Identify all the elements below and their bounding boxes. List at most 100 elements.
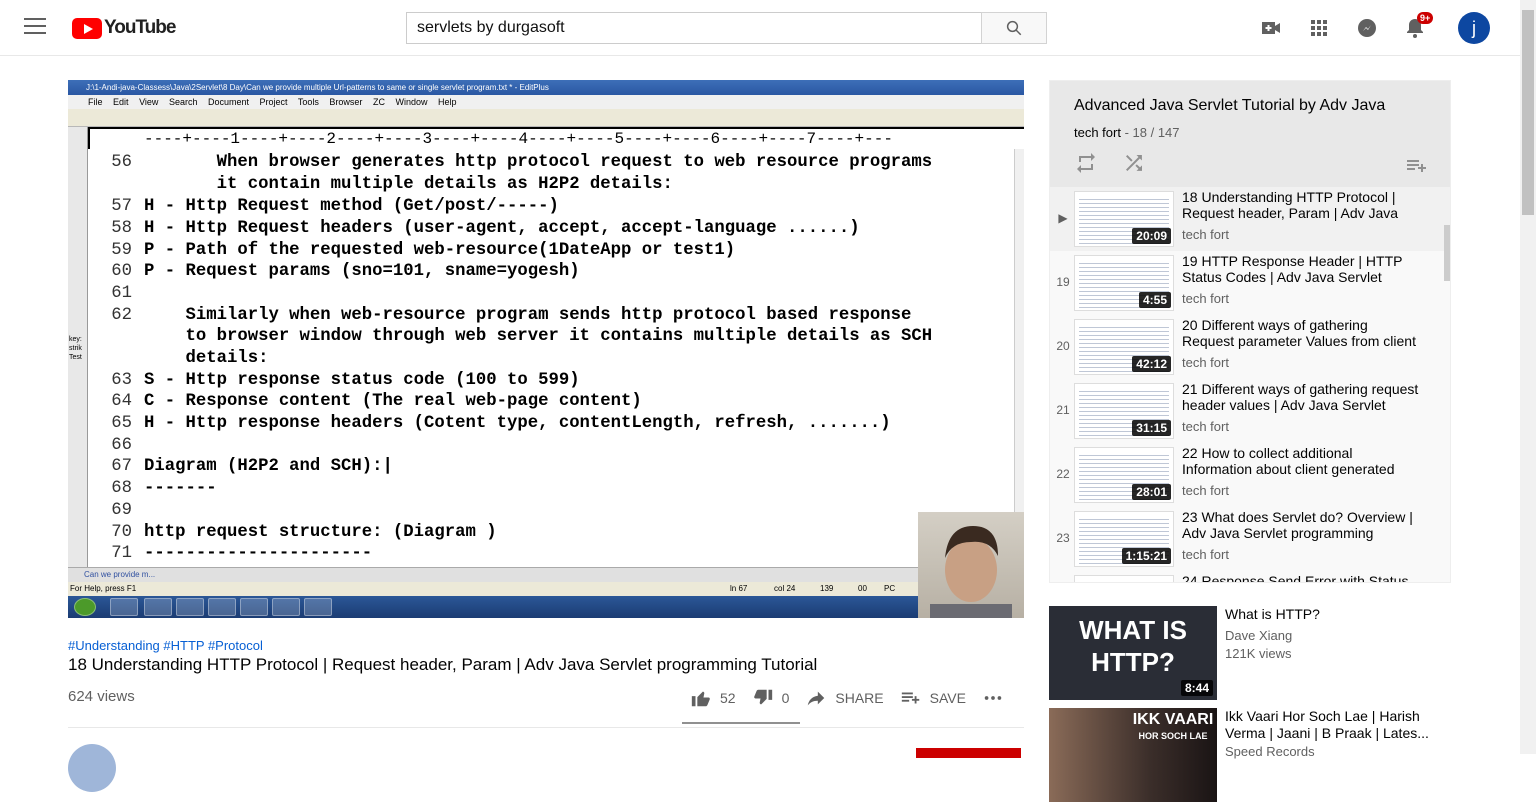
playlist-item[interactable]: 21 31:15 21 Different ways of gathering … [1050,379,1450,443]
editor-menu-bar: File Edit View Search Document Project T… [68,95,1024,109]
editor-menu-item: Help [438,97,457,107]
dislike-count: 0 [781,690,790,706]
video-thumbnail: IKK VAARI HOR SOCH LAE [1049,708,1217,802]
status-mode: 00 [858,584,867,593]
editor-scrollbar [1014,149,1024,567]
code-line: 63 S - Http response status code (100 to … [111,371,580,390]
thumbnail-text: WHAT IS HTTP? [1079,615,1187,677]
code-line: 61 [111,284,132,303]
dislike-button[interactable]: 0 [752,687,790,709]
messages-icon[interactable] [1355,16,1379,40]
playlist-title[interactable]: Advanced Java Servlet Tutorial by Adv Ja… [1074,97,1385,115]
taskbar-app-icon [144,598,172,616]
code-line: 71 ---------------------- [111,544,373,563]
playlist-item[interactable]: 23 1:15:21 23 What does Servlet do? Over… [1050,507,1450,571]
scrollbar-thumb[interactable] [1522,10,1534,215]
editor-menu-item: Project [259,97,288,107]
video-duration: 28:01 [1132,484,1171,500]
code-line: 58 H - Http Request headers (user-agent, … [111,219,860,238]
search-button[interactable] [981,12,1047,44]
video-player[interactable]: J:\1-Andi-java-Classess\Java\2Servlet\8 … [68,80,1024,618]
side-note: strik [69,345,82,352]
editor-toolbar [68,109,1024,127]
now-playing-indicator: ▶ [1058,211,1068,225]
editor-ruler: ----+----1----+----2----+----3----+----4… [90,129,1024,149]
playlist-item[interactable]: 20 42:12 20 Different ways of gathering … [1050,315,1450,379]
playlist-position: - 18 / 147 [1120,125,1180,140]
search-bar [406,12,1047,44]
playlist-item[interactable]: ▶ 20:09 18 Understanding HTTP Protocol |… [1050,187,1450,251]
save-playlist-icon[interactable] [1405,154,1429,178]
playlist-item-index: 21 [1056,403,1070,417]
playlist-scrollbar[interactable] [1444,225,1450,281]
status-column: col 24 [774,584,796,593]
shuffle-icon[interactable] [1122,151,1146,175]
youtube-play-icon [72,17,102,39]
code-line: 69 [111,501,132,520]
video-thumbnail: 28:01 [1074,447,1174,503]
playlist-item-title: 20 Different ways of gathering Request p… [1182,317,1416,349]
code-line: 62 Similarly when web-resource program s… [111,306,912,325]
code-line: 67 Diagram (H2P2 and SCH):| [111,457,393,476]
video-duration: 31:15 [1132,420,1171,436]
video-thumbnail: WHAT IS HTTP? 8:44 [1049,606,1217,700]
taskbar-app-icon [110,598,138,616]
code-line: 66 [111,436,132,455]
share-button[interactable]: SHARE [805,687,884,709]
page-scrollbar[interactable] [1520,0,1536,754]
code-line: 59 P - Path of the requested web-resource… [111,241,736,260]
playlist-item[interactable]: 24 Response Send Error with Status [1050,571,1450,583]
side-note: key: [69,336,82,343]
playlist-item-title: 24 Response Send Error with Status [1182,573,1409,583]
recommended-views: 121K views [1225,646,1292,661]
taskbar-app-icon [208,598,236,616]
playlist-item[interactable]: 19 4:55 19 HTTP Response Header | HTTP S… [1050,251,1450,315]
like-button[interactable]: 52 [690,687,736,709]
playlist-item-index: 23 [1056,531,1070,545]
share-icon [808,691,825,706]
playlist-item-channel: tech fort [1182,355,1229,370]
code-line: to browser window through web server it … [144,327,933,346]
account-avatar[interactable]: j [1458,12,1490,44]
playlist-channel[interactable]: tech fort [1074,125,1121,140]
save-label: SAVE [929,690,966,706]
status-line: ln 67 [730,584,748,593]
thumbnail-text: IKK VAARI HOR SOCH LAE [1132,711,1214,742]
search-input[interactable] [406,12,982,44]
video-hashtags[interactable]: #Understanding #HTTP #Protocol [68,638,263,653]
status-help: For Help, press F1 [70,584,137,593]
editor-menu-item: Search [168,97,198,107]
video-actions: 52 0 SHARE SAVE [690,686,1028,710]
create-video-icon[interactable] [1259,16,1283,40]
video-thumbnail: 31:15 [1074,383,1174,439]
save-button[interactable]: SAVE [900,687,966,709]
video-thumbnail: 42:12 [1074,319,1174,375]
more-actions-button[interactable] [982,687,1012,709]
side-note: Test [69,354,82,361]
video-thumbnail: 4:55 [1074,255,1174,311]
editor-menu-item: ZC [372,97,385,107]
menu-icon[interactable] [24,18,46,38]
code-line: details: [144,349,269,368]
logo-text: YouTube [104,17,176,38]
youtube-logo[interactable]: YouTube [72,17,176,39]
playlist-item-title: 21 Different ways of gathering request h… [1182,381,1419,413]
code-line: 57 H - Http Request method (Get/post/----… [111,197,559,216]
playlist-item[interactable]: 22 28:01 22 How to collect additional In… [1050,443,1450,507]
apps-grid-icon[interactable] [1307,16,1331,40]
editor-menu-item: Edit [113,97,129,107]
recommended-video[interactable]: WHAT IS HTTP? 8:44 What is HTTP? Dave Xia… [1049,606,1451,700]
channel-avatar[interactable] [68,744,116,792]
video-duration: 42:12 [1132,356,1171,372]
editor-window-title: J:\1-Andi-java-Classess\Java\2Servlet\8 … [68,80,1024,95]
editor-menu-item: Window [395,97,428,107]
code-line: it contain multiple details as H2P2 deta… [144,175,673,194]
top-bar: YouTube 9+ j [0,0,1520,56]
playlist-item-channel: tech fort [1182,419,1229,434]
editor-menu-item: Browser [329,97,363,107]
playlist-item-title: 23 What does Servlet do? Overview | Adv … [1182,509,1413,541]
subscribe-button[interactable] [916,748,1021,758]
recommended-video[interactable]: IKK VAARI HOR SOCH LAE Ikk Vaari Hor Soch… [1049,708,1451,802]
loop-icon[interactable] [1074,151,1098,175]
code-line: 60 P - Request params (sno=101, sname=yog… [111,262,580,281]
